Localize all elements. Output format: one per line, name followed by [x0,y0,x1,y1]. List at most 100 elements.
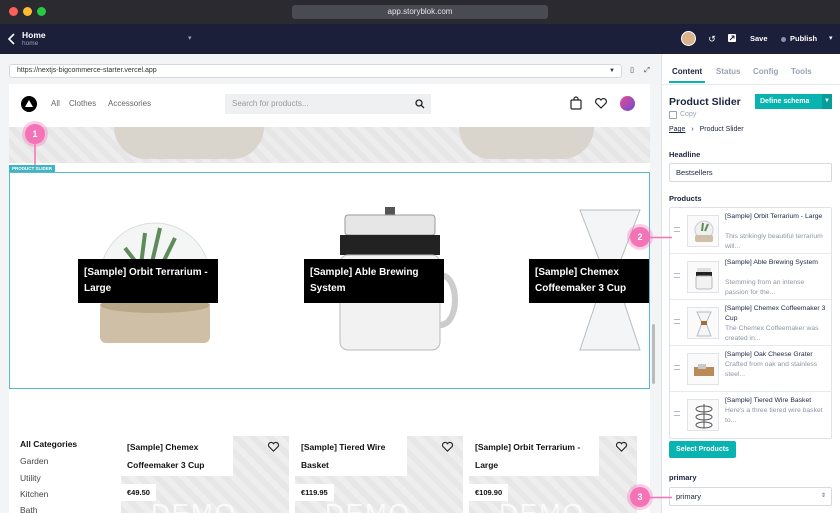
breadcrumb-page-link[interactable]: Page [669,126,685,133]
item-description: This strikingly beautiful terrarium will… [725,233,823,250]
tab-content[interactable]: Content [672,67,702,76]
list-item[interactable]: [Sample] Tiered Wire Basket Here's a thr… [670,392,831,438]
product-thumbnail [687,307,719,339]
store-logo-icon[interactable] [21,96,37,112]
copy-link[interactable]: Copy [680,111,696,118]
product-slider-label: PRODUCT SLIDER [9,165,56,172]
chevron-down-icon[interactable]: ▾ [188,34,192,42]
copy-icon[interactable] [669,111,677,119]
product-thumbnail [687,399,719,431]
list-item[interactable]: [Sample] Able Brewing System Stemming fr… [670,254,831,300]
avatar[interactable] [681,31,696,46]
callout-badge-1: 1 [25,124,45,144]
preview-url-input[interactable]: https://nextjs-bigcommerce-starter.verce… [9,64,622,78]
slide-title-card[interactable]: [Sample] Orbit Terrarium - Large [78,259,218,303]
tab-config[interactable]: Config [753,67,778,76]
back-arrow-icon[interactable] [6,32,18,46]
select-chevron-icon[interactable]: ⇕ [821,488,826,505]
nav-link-clothes[interactable]: Clothes [69,99,96,108]
product-card[interactable]: [Sample] Orbit Terrarium - Large €109.90… [469,436,637,513]
heart-icon[interactable] [615,440,628,453]
item-description: Crafted from oak and stainless steel... [725,361,818,378]
mobile-view-icon[interactable]: ▯ [627,66,637,76]
slide-title-card[interactable]: [Sample] Chemex Coffeemaker 3 Cup [529,259,649,303]
wishlist-heart-icon[interactable] [594,96,608,110]
store-search-input[interactable]: Search for products... [225,94,431,114]
story-title[interactable]: Home [22,30,46,40]
tab-status[interactable]: Status [716,67,740,76]
minimize-window-button[interactable] [23,7,32,16]
products-list: [Sample] Orbit Terrarium - Large This st… [669,207,832,439]
product-card[interactable]: [Sample] Chemex Coffeemaker 3 Cup €49.50… [121,436,289,513]
external-link-icon[interactable] [726,33,738,45]
define-schema-button[interactable]: Define schema [755,94,822,109]
content-editor-panel: Content Status Config Tools Product Slid… [661,54,840,513]
expand-icon[interactable]: ⤢ [642,66,652,76]
list-item[interactable]: [Sample] Chemex Coffeemaker 3 Cup The Ch… [670,300,831,346]
category-link[interactable]: Bath [20,505,38,513]
drag-handle-icon[interactable] [674,411,680,416]
item-title: [Sample] Oak Cheese Grater [725,351,813,358]
preview-scrollbar[interactable] [652,324,655,384]
product-name[interactable]: [Sample] Tiered Wire Basket [295,436,407,476]
component-title: Product Slider [669,96,741,108]
drag-handle-icon[interactable] [674,227,680,232]
history-icon[interactable]: ↺ [706,33,718,45]
callout-badge-3: 3 [630,487,650,507]
url-dropdown-icon[interactable]: ▼ [609,65,615,77]
product-name[interactable]: [Sample] Orbit Terrarium - Large [469,436,599,476]
item-description: Here's a three tiered wire basket to... [725,407,823,424]
nav-link-all[interactable]: All [51,99,60,108]
headline-label: Headline [669,150,701,159]
demo-watermark: DEMO [151,498,237,513]
category-link[interactable]: Garden [20,456,48,466]
user-avatar[interactable] [620,96,635,111]
drag-handle-icon[interactable] [674,319,680,324]
drag-handle-icon[interactable] [674,273,680,278]
product-thumbnail [687,215,719,247]
browser-url-bar[interactable]: app.storyblok.com [292,5,548,19]
slide-title-card[interactable]: [Sample] Able Brewing System [304,259,444,303]
visual-preview: https://nextjs-bigcommerce-starter.verce… [0,54,661,513]
product-thumbnail [687,353,719,385]
schema-options-chevron-icon[interactable]: ▼ [822,94,832,109]
close-window-button[interactable] [9,7,18,16]
cart-icon[interactable] [569,96,583,110]
heart-icon[interactable] [267,440,280,453]
product-slider[interactable]: [Sample] Orbit Terrarium - Large [Sample… [9,172,650,389]
list-item[interactable]: [Sample] Oak Cheese Grater Crafted from … [670,346,831,392]
product-name[interactable]: [Sample] Chemex Coffeemaker 3 Cup [121,436,233,476]
publish-button[interactable]: Publish [790,34,817,43]
tab-tools[interactable]: Tools [791,67,812,76]
style-select[interactable]: primary ⇕ [669,487,832,506]
demo-watermark: DEMO [499,498,585,513]
product-card[interactable]: [Sample] Tiered Wire Basket €119.95 DEMO [295,436,463,513]
breadcrumb: Page › Product Slider [669,126,744,133]
editor-topbar: Home home ▾ ↺ Save Publish ▾ [0,24,840,54]
list-item[interactable]: [Sample] Orbit Terrarium - Large This st… [670,208,831,254]
nav-link-accessories[interactable]: Accessories [108,99,151,108]
window-titlebar: app.storyblok.com [0,0,840,24]
story-slug: home [22,40,39,47]
breadcrumb-current: Product Slider [699,126,744,133]
product-thumbnail [687,261,719,293]
item-title: [Sample] Chemex Coffeemaker 3 Cup [725,305,826,322]
active-tab-indicator [669,81,705,83]
search-icon[interactable] [415,99,425,109]
categories-heading[interactable]: All Categories [20,439,77,449]
style-label: primary [669,473,697,482]
save-button[interactable]: Save [750,34,768,43]
headline-input[interactable]: Bestsellers [669,163,832,182]
demo-watermark: DEMO [325,498,411,513]
item-title: [Sample] Able Brewing System [725,259,818,266]
heart-icon[interactable] [441,440,454,453]
publish-options-chevron-icon[interactable]: ▾ [829,34,833,42]
callout-badge-2: 2 [630,227,650,247]
item-title: [Sample] Orbit Terrarium - Large [725,213,823,220]
select-products-button[interactable]: Select Products [669,441,736,458]
drag-handle-icon[interactable] [674,365,680,370]
category-link[interactable]: Utility [20,473,41,483]
zoom-window-button[interactable] [37,7,46,16]
callout-connector [648,496,672,499]
category-link[interactable]: Kitchen [20,489,48,499]
